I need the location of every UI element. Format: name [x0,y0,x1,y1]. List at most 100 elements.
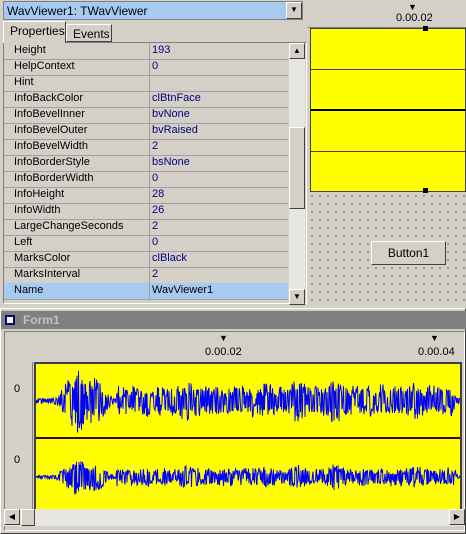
property-column-divider [149,171,150,187]
tab-properties[interactable]: Properties [3,21,66,43]
property-column-divider [149,267,150,283]
property-row[interactable]: Name WavViewer1 [4,283,288,300]
property-row[interactable]: InfoWidth 26 [4,203,288,220]
property-name: Height [14,44,46,56]
chevron-left-icon: ◀ [8,512,16,521]
scroll-thumb[interactable] [289,127,305,209]
channel-2-label: 0 [14,454,21,466]
tab-properties-label: Properties [10,24,65,38]
property-name: InfoBackColor [14,92,84,104]
property-value[interactable]: bvNone [152,108,190,120]
property-name: Left [14,236,33,248]
property-grid: Height 193 HelpContext 0 Hint InfoBackColor cl… [3,42,307,305]
form1-title: Form1 [23,313,60,327]
property-value[interactable]: clBtnFace [152,92,201,104]
property-value[interactable]: 2 [152,268,158,280]
property-name: InfoBorderStyle [14,156,90,168]
property-column-divider [149,283,150,299]
scroll-thumb[interactable] [21,509,35,526]
channel-1-label: 0 [14,383,21,395]
property-row[interactable]: HelpContext 0 [4,59,288,76]
chevron-right-icon: ▶ [453,512,461,521]
property-row[interactable]: MarksInterval 2 [4,267,288,284]
property-name: MarksInterval [14,268,81,280]
chevron-down-icon: ▼ [290,5,298,14]
property-value[interactable]: 0 [152,172,158,184]
channel-info-pane: 0 0 [5,362,33,522]
property-row[interactable]: InfoBevelInner bvNone [4,107,288,124]
property-row[interactable]: Hint [4,75,288,92]
property-value[interactable]: 0 [152,236,158,248]
property-row[interactable]: InfoBevelWidth 2 [4,139,288,156]
property-column-divider [149,251,150,267]
property-name: InfoHeight [14,188,65,200]
scroll-up-button[interactable]: ▲ [289,43,305,59]
time-ruler: ▼ 0.00.02 ▼ 0.00.04 [35,332,466,362]
scroll-right-button[interactable]: ▶ [449,509,465,525]
property-row[interactable]: InfoBorderWidth 0 [4,171,288,188]
property-value[interactable]: 2 [152,140,158,152]
waveform-display[interactable] [34,362,462,520]
channel-2-waveform [36,461,460,495]
property-row[interactable]: InfoBorderStyle bsNone [4,155,288,172]
property-name: LargeChangeSeconds [14,220,124,232]
tab-events-label: Events [73,27,110,41]
property-value[interactable]: bsNone [152,156,190,168]
property-value[interactable]: clBlack [152,252,187,264]
button1[interactable]: Button1 [371,241,446,265]
object-selector[interactable]: WavViewer1: TWavViewer ▼ [3,1,303,20]
property-name: InfoWidth [14,204,61,216]
form-icon [5,315,15,325]
waveform-svg [36,370,460,495]
property-value[interactable]: 0 [152,60,158,72]
property-column-divider [149,91,150,107]
property-value[interactable]: WavViewer1 [152,284,213,296]
ruler-marker-icon: ▼ [430,333,439,343]
form1-window: Form1 ▼ 0.00.02 ▼ 0.00.04 0 0 ◀ ▶ [0,308,466,534]
horizontal-scrollbar[interactable]: ◀ ▶ [4,509,465,526]
scroll-down-button[interactable]: ▼ [289,289,305,305]
property-row[interactable]: MarksColor clBlack [4,251,288,268]
property-column-divider [149,235,150,251]
property-name: Name [14,284,44,296]
design-wave-area[interactable] [310,26,466,193]
property-row[interactable]: InfoHeight 28 [4,187,288,204]
property-column-divider [149,187,150,203]
selection-handle-icon[interactable] [423,26,428,31]
scroll-left-button[interactable]: ◀ [4,509,20,525]
property-column-divider [149,139,150,155]
property-name: InfoBevelInner [14,108,85,120]
wav-viewer: ▼ 0.00.02 ▼ 0.00.04 0 0 [4,331,465,531]
property-column-divider [149,219,150,235]
ruler-marker-icon: ▼ [408,2,417,12]
property-value[interactable]: bvRaised [152,124,198,136]
property-value[interactable]: 26 [152,204,164,216]
ruler-marker-icon: ▼ [219,333,228,343]
property-name: MarksColor [14,252,71,264]
property-row[interactable]: Left 0 [4,235,288,252]
ruler-label-2: 0.00.04 [418,346,455,358]
property-name: HelpContext [14,60,75,72]
property-row[interactable]: InfoBevelOuter bvRaised [4,123,288,140]
chevron-down-icon: ▼ [293,292,301,301]
form1-titlebar[interactable]: Form1 [1,311,466,329]
object-selector-dropdown-button[interactable]: ▼ [286,2,302,19]
property-row[interactable]: InfoBackColor clBtnFace [4,91,288,108]
property-column-divider [149,155,150,171]
property-name: InfoBorderWidth [14,172,94,184]
property-row[interactable]: LargeChangeSeconds 2 [4,219,288,236]
design-time-ruler: ▼ 0.00.02 [308,0,466,28]
design-ruler-label: 0.00.02 [396,12,433,24]
chevron-up-icon: ▲ [293,46,301,55]
property-row[interactable]: Height 193 [4,43,288,60]
tab-events[interactable]: Events [66,24,112,42]
channel-1-waveform [36,370,460,433]
property-name: Hint [14,76,34,88]
selection-handle-icon[interactable] [423,188,428,193]
property-grid-scrollbar[interactable]: ▲ ▼ [289,43,305,305]
property-value[interactable]: 28 [152,188,164,200]
property-value[interactable]: 193 [152,44,170,56]
property-column-divider [149,203,150,219]
property-column-divider [149,107,150,123]
property-value[interactable]: 2 [152,220,158,232]
